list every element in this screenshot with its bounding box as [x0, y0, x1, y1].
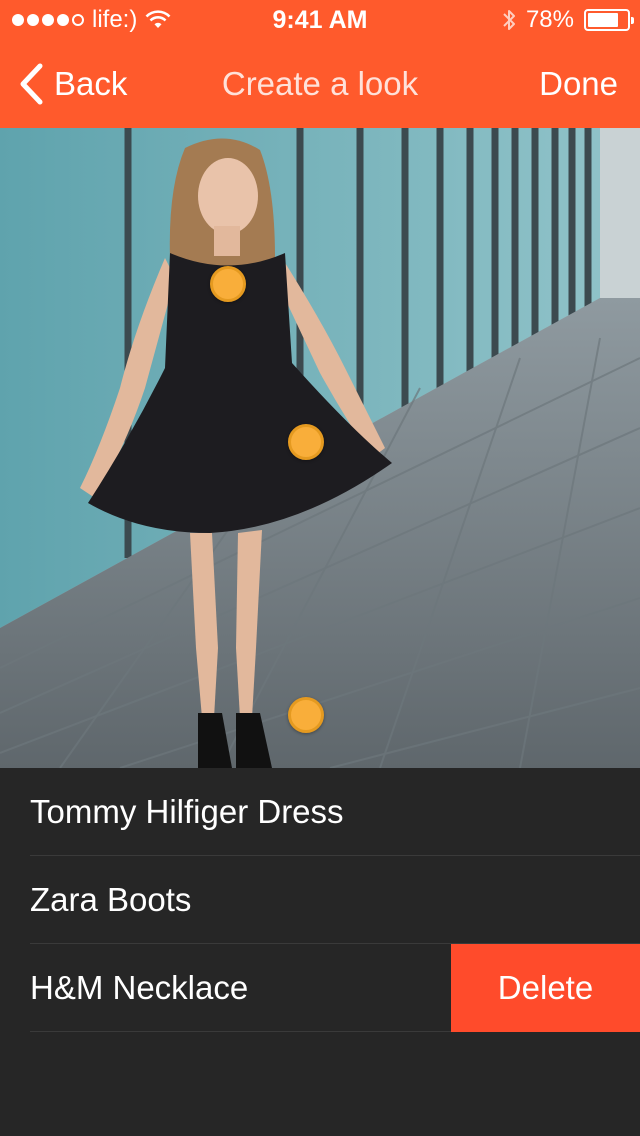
list-item[interactable]: Zara Boots — [30, 856, 640, 944]
back-chevron-icon — [20, 63, 43, 105]
back-button[interactable]: Back — [18, 40, 127, 128]
battery-icon — [584, 9, 634, 31]
tag-label: Tommy Hilfiger Dress — [30, 792, 344, 830]
tag-marker-dress[interactable] — [288, 424, 324, 460]
look-photo[interactable] — [0, 128, 640, 768]
tag-marker-boots[interactable] — [288, 697, 324, 733]
nav-bar: Back Create a look Done — [0, 40, 640, 128]
delete-button[interactable]: Delete — [451, 944, 640, 1032]
tag-list: Tommy Hilfiger Dress Zara Boots H&M Neck… — [0, 768, 640, 1032]
back-label: Back — [54, 65, 128, 102]
tag-label: H&M Necklace — [30, 968, 249, 1006]
tag-marker-necklace[interactable] — [210, 266, 246, 302]
list-item[interactable]: Tommy Hilfiger Dress — [30, 768, 640, 856]
done-button[interactable]: Done — [539, 40, 618, 128]
bluetooth-icon — [503, 10, 515, 30]
tag-label: Zara Boots — [30, 880, 192, 918]
status-right: 78% — [502, 0, 634, 40]
battery-percent: 78% — [525, 6, 574, 33]
list-item[interactable]: H&M Necklace Delete — [30, 944, 640, 1032]
status-bar: life:) 9:41 AM 78% — [0, 0, 640, 40]
